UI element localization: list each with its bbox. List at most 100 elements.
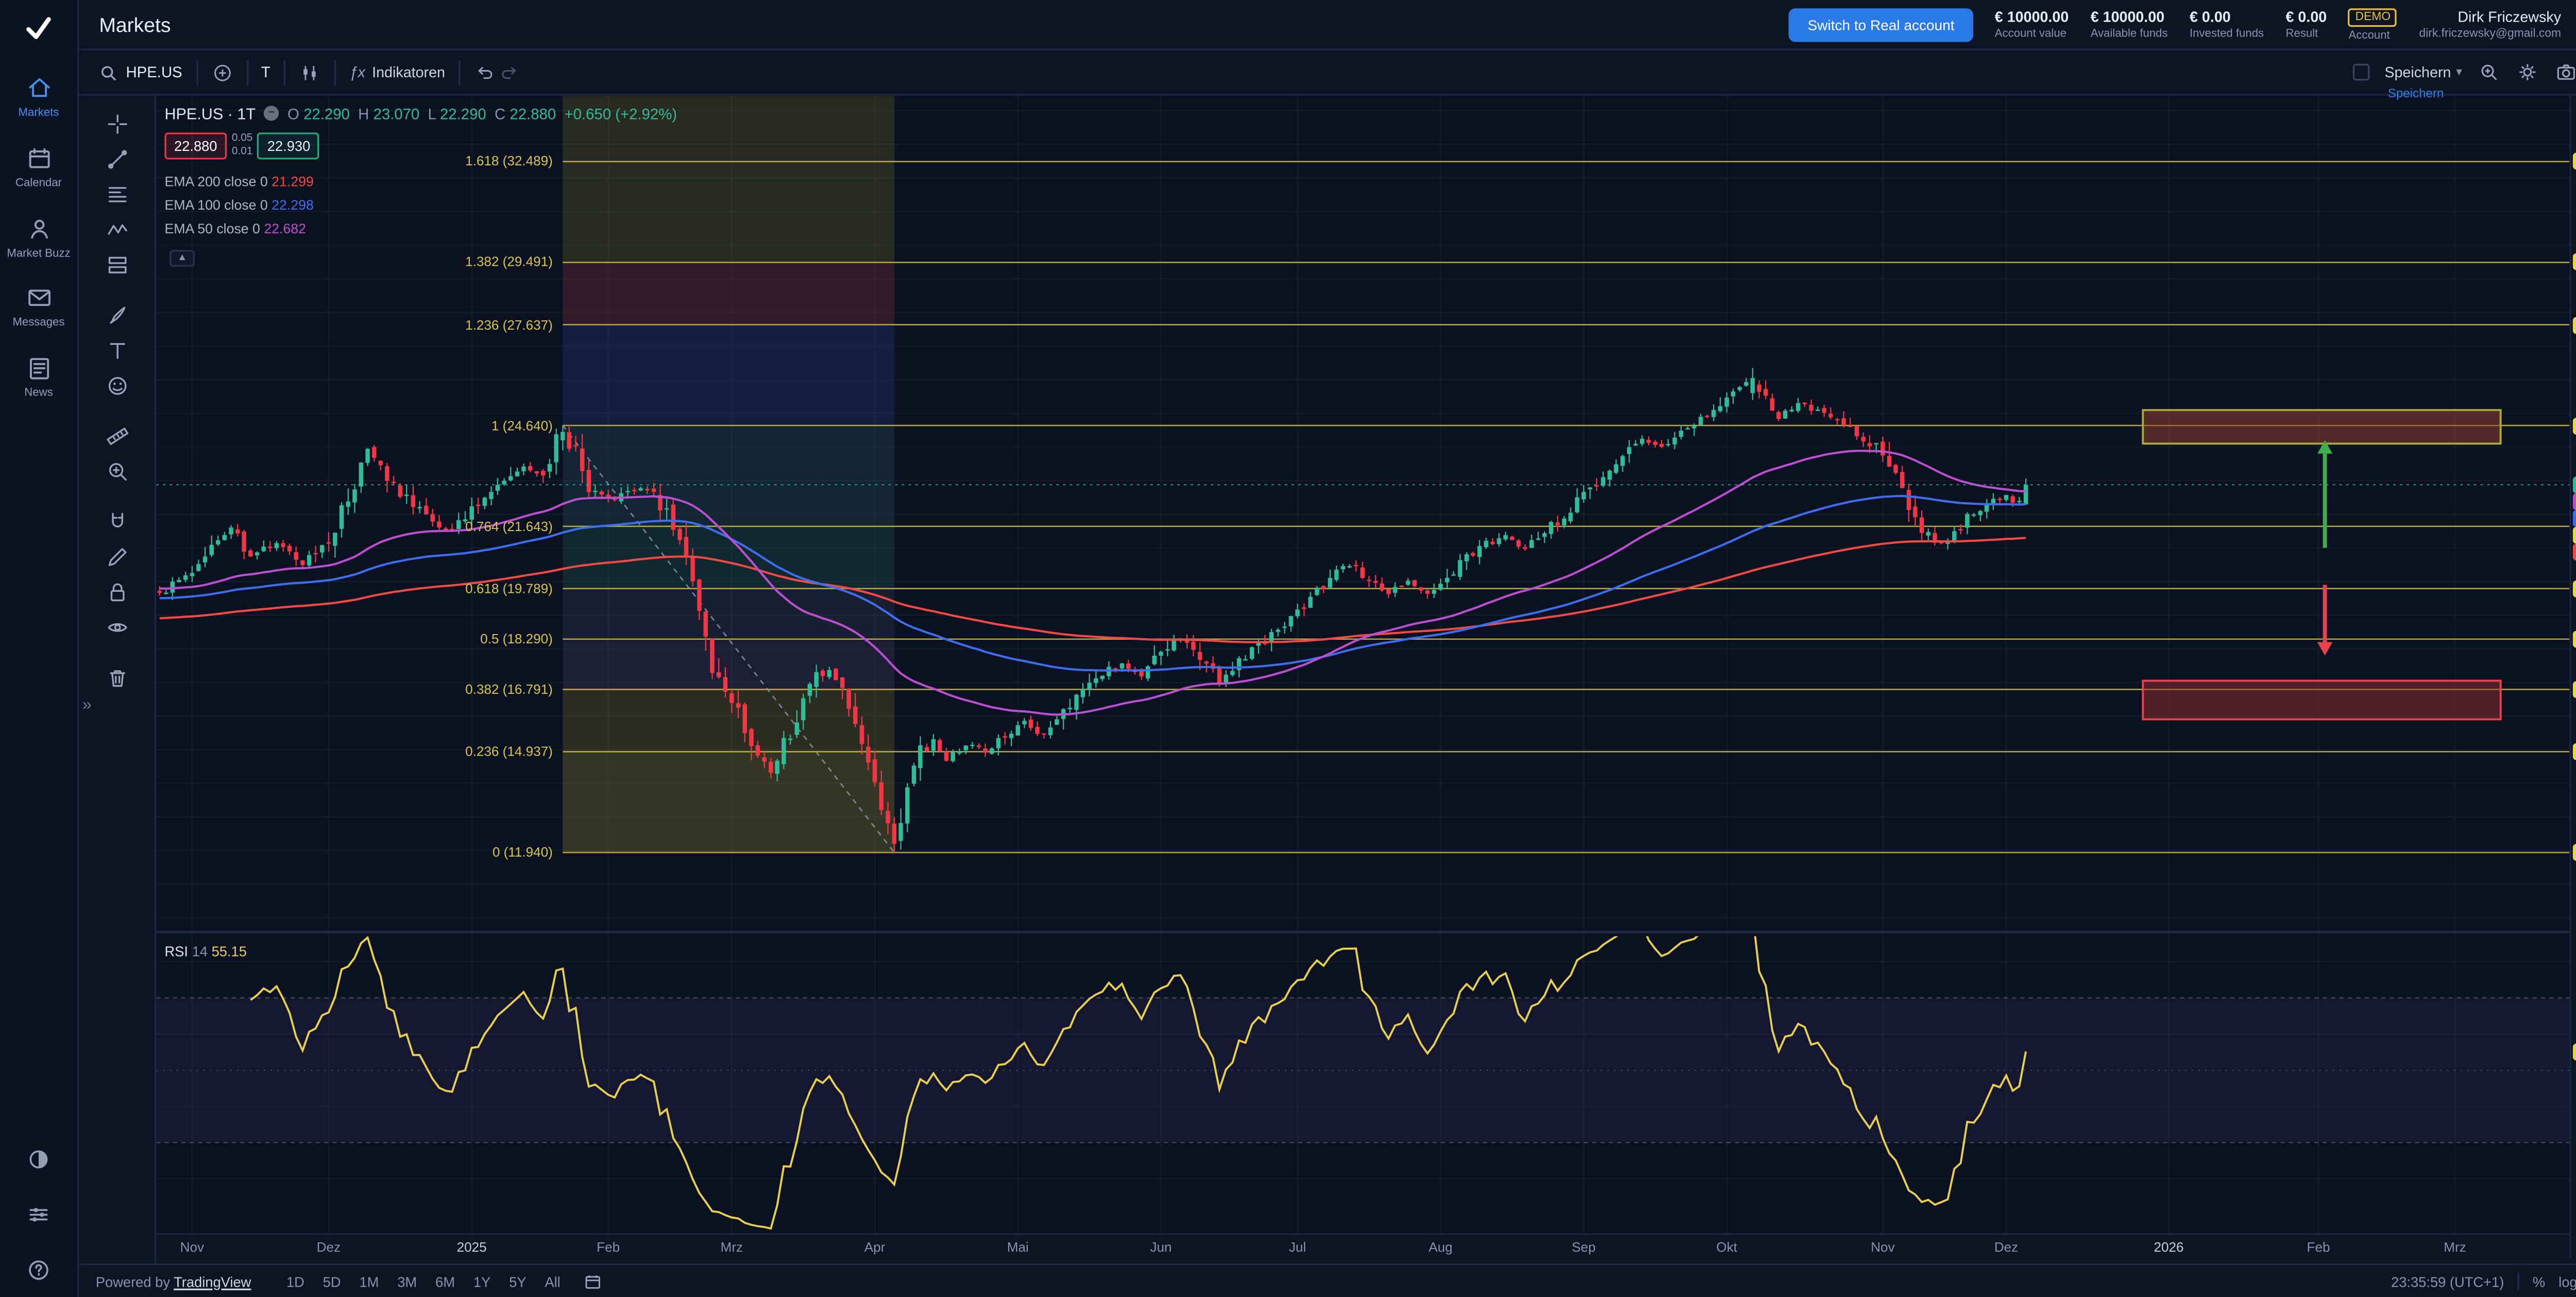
quick-trade-widget: 22.880 0.05 0.01 22.930 bbox=[164, 132, 319, 159]
fib-level-label: 0 (11.940) bbox=[493, 845, 553, 860]
layout-checkbox[interactable] bbox=[2352, 64, 2369, 81]
undo-button[interactable] bbox=[473, 61, 497, 83]
price-tag-ema100: 22.298 bbox=[2573, 510, 2576, 527]
page-title: Markets bbox=[99, 12, 171, 36]
price-tag-fib: 27.637 bbox=[2573, 316, 2576, 333]
range-button-5d[interactable]: 5D bbox=[314, 1269, 349, 1293]
range-button-1y[interactable]: 1Y bbox=[465, 1269, 499, 1293]
sidebar-item-market-buzz[interactable]: Market Buzz bbox=[0, 202, 77, 272]
text-tool[interactable] bbox=[95, 332, 139, 367]
goto-date-icon[interactable] bbox=[582, 1271, 602, 1291]
price-tag-fib: 29.491 bbox=[2573, 254, 2576, 271]
sidebar-item-calendar[interactable]: Calendar bbox=[0, 132, 77, 202]
drawing-mode-tool[interactable] bbox=[95, 539, 139, 574]
lock-all-tool[interactable] bbox=[95, 574, 139, 609]
save-layout-button[interactable]: Speichern ▾ Speichern bbox=[2384, 64, 2462, 81]
scale-button-%[interactable]: % bbox=[2533, 1273, 2545, 1290]
trading-app: Markets Calendar Market Buzz Messages News M… bbox=[0, 0, 2576, 1297]
save-sub-link[interactable]: Speichern bbox=[2388, 86, 2444, 100]
rsi-value: 55.15 bbox=[212, 943, 247, 960]
help-icon[interactable] bbox=[25, 1257, 52, 1284]
stat-value: € 0.00 bbox=[2190, 8, 2264, 25]
account-stat: € 10000.00 Available funds bbox=[2091, 8, 2168, 40]
range-button-1m[interactable]: 1M bbox=[351, 1269, 387, 1293]
emoji-tool[interactable] bbox=[95, 367, 139, 402]
brush-tool[interactable] bbox=[95, 297, 139, 332]
long-short-position-tool[interactable] bbox=[95, 247, 139, 282]
fib-retracement-tool[interactable] bbox=[95, 176, 139, 211]
measure-ruler-tool[interactable] bbox=[95, 418, 139, 453]
fib-level-label: 1.618 (32.489) bbox=[465, 154, 553, 169]
legend-collapse-button[interactable]: ▲ bbox=[170, 250, 195, 267]
rsi-legend[interactable]: RSI 14 55.15 bbox=[164, 943, 246, 960]
sidebar-item-label: Market Buzz bbox=[5, 248, 72, 261]
powered-text: Powered by bbox=[96, 1273, 170, 1290]
sidebar-item-markets[interactable]: Markets bbox=[0, 62, 77, 132]
symbol-legend[interactable]: HPE.US · 1T − O 22.290 H 23.070 L 22.290… bbox=[164, 104, 677, 123]
indicator-legend-row[interactable]: EMA 50 close 0 22.682 bbox=[164, 221, 313, 236]
stat-value: € 0.00 bbox=[2286, 8, 2327, 25]
price-tag-ema50: 22.682 bbox=[2573, 493, 2576, 510]
toolbar-expand-chevron[interactable]: » bbox=[82, 696, 92, 715]
sidebar-item-messages[interactable]: Messages bbox=[0, 272, 77, 343]
drawing-toolbar: » bbox=[79, 96, 156, 1264]
fib-level-label: 1.236 (27.637) bbox=[465, 317, 553, 332]
symbol-label: HPE.US bbox=[126, 64, 182, 81]
time-axis[interactable]: NovDez2025FebMrzAprMaiJunJulAugSepOktNov… bbox=[156, 1233, 2569, 1258]
zoom-in-icon[interactable] bbox=[2477, 60, 2501, 84]
sidebar-nav: Markets Calendar Market Buzz Messages News bbox=[0, 62, 77, 413]
scale-button-log[interactable]: log bbox=[2558, 1273, 2576, 1290]
time-axis-label: Feb bbox=[597, 1240, 620, 1255]
search-icon bbox=[97, 61, 119, 83]
theme-toggle-icon[interactable] bbox=[25, 1146, 52, 1173]
pane-resize-handle[interactable] bbox=[156, 928, 2569, 936]
range-button-1d[interactable]: 1D bbox=[278, 1269, 313, 1293]
sidebar-item-label: News bbox=[5, 388, 72, 401]
indicator-name: EMA 50 close 0 bbox=[164, 221, 264, 236]
account-stat: € 0.00Invested funds bbox=[2190, 8, 2264, 40]
stat-label: Available funds bbox=[2091, 28, 2168, 40]
fib-level-label: 1.382 (29.491) bbox=[465, 255, 553, 270]
switch-to-real-button[interactable]: Switch to Real account bbox=[1789, 8, 1973, 41]
interval-button[interactable]: T bbox=[261, 64, 270, 81]
camera-snapshot-icon[interactable] bbox=[2554, 60, 2576, 84]
compare-add-button[interactable] bbox=[211, 61, 232, 83]
time-axis-label: Okt bbox=[1716, 1240, 1737, 1255]
indicator-legend-row[interactable]: EMA 200 close 0 21.299 bbox=[164, 175, 313, 190]
buy-button[interactable]: 22.930 bbox=[258, 132, 320, 159]
range-button-3m[interactable]: 3M bbox=[389, 1269, 426, 1293]
stat-value: € 10000.00 bbox=[2091, 8, 2168, 25]
settings-gear-icon[interactable] bbox=[2516, 60, 2539, 84]
remove-all-tool[interactable] bbox=[95, 659, 139, 694]
range-button-5y[interactable]: 5Y bbox=[501, 1269, 535, 1293]
account-stats: € 10000.00Account value€ 10000.00Availab… bbox=[1995, 8, 2327, 40]
sidebar-item-news[interactable]: News bbox=[0, 343, 77, 413]
crosshair-tool[interactable] bbox=[95, 106, 139, 141]
price-axis[interactable]: 34.00033.00032.00031.00030.00029.00028.0… bbox=[2569, 96, 2576, 1258]
ohlc-value: 22.290 bbox=[303, 105, 350, 122]
magnet-tool[interactable] bbox=[95, 503, 139, 538]
preferences-icon[interactable] bbox=[25, 1201, 52, 1228]
instrument-menu-icon[interactable]: − bbox=[264, 106, 279, 121]
redo-button[interactable] bbox=[497, 61, 521, 83]
tradingview-link[interactable]: TradingView bbox=[174, 1273, 251, 1290]
indicators-button[interactable]: ƒx Indikatoren bbox=[349, 64, 445, 81]
step-value: 0.01 bbox=[232, 146, 253, 159]
sell-button[interactable]: 22.880 bbox=[164, 132, 227, 159]
ohlc-value: 22.880 bbox=[510, 105, 556, 122]
range-button-6m[interactable]: 6M bbox=[427, 1269, 464, 1293]
time-axis-label: Aug bbox=[1429, 1240, 1452, 1255]
hide-all-tool[interactable] bbox=[95, 609, 139, 644]
clock: 23:35:59 (UTC+1) bbox=[2391, 1273, 2504, 1290]
stat-label: Result bbox=[2286, 28, 2327, 40]
price-tag-last: 22.880 bbox=[2573, 476, 2576, 493]
trend-line-tool[interactable] bbox=[95, 141, 139, 176]
indicator-legend-row[interactable]: EMA 100 close 0 22.298 bbox=[164, 198, 313, 213]
brand-logo-icon[interactable] bbox=[0, 0, 77, 45]
range-button-all[interactable]: All bbox=[536, 1269, 569, 1293]
candle-style-button[interactable] bbox=[299, 61, 320, 83]
zoom-in-tool[interactable] bbox=[95, 453, 139, 488]
sidebar-item-label: Calendar bbox=[5, 178, 72, 191]
xabcd-pattern-tool[interactable] bbox=[95, 211, 139, 246]
symbol-search[interactable]: HPE.US bbox=[97, 61, 182, 83]
